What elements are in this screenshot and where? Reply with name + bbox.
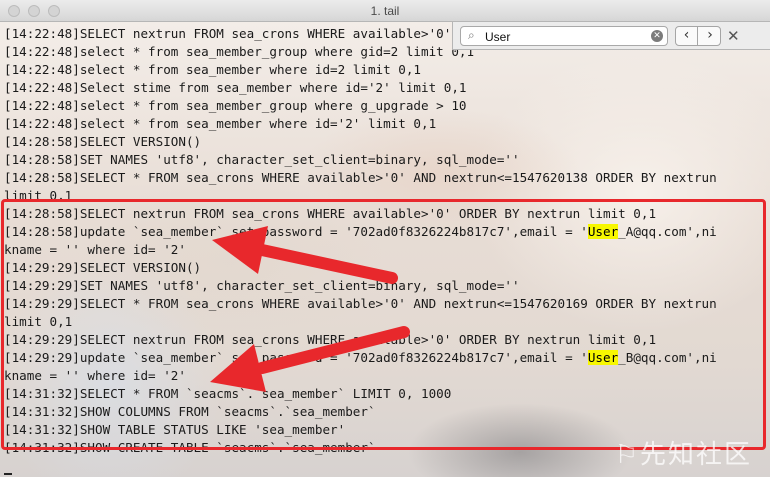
log-line: [14:28:58]SET NAMES 'utf8', character_se… xyxy=(4,152,520,167)
log-line: [14:31:32]SELECT * FROM `seacms`.`sea_me… xyxy=(4,386,452,401)
find-input[interactable] xyxy=(485,29,643,44)
find-bar: ⌕ ✕ ‹ › ✕ xyxy=(452,22,770,50)
log-line: [14:28:58]SELECT nextrun FROM sea_crons … xyxy=(4,206,657,221)
log-lines: [14:22:48]SELECT nextrun FROM sea_crons … xyxy=(4,25,770,457)
log-line: [14:22:48]select * from sea_member_group… xyxy=(4,98,467,113)
log-line: [14:28:58]update `sea_member` set passwo… xyxy=(4,223,770,241)
log-text: _B@qq.com',ni xyxy=(618,350,717,365)
log-line: [14:31:32]SHOW COLUMNS FROM `seacms`.`se… xyxy=(4,404,376,419)
log-line: kname = '' where id= '2' xyxy=(4,368,186,383)
log-line: [14:29:29]SET NAMES 'utf8', character_se… xyxy=(4,278,520,293)
log-line: [14:28:58]SELECT VERSION() xyxy=(4,134,202,149)
watermark-logo: ⚐先知社区 xyxy=(614,440,752,470)
window-title: 1. tail xyxy=(370,4,400,18)
chevron-right-icon[interactable]: › xyxy=(699,27,720,45)
clear-icon[interactable]: ✕ xyxy=(651,30,663,42)
log-line: [14:29:29]SELECT * FROM sea_crons WHERE … xyxy=(4,296,717,311)
search-match: User xyxy=(587,350,619,365)
log-line: [14:29:29]SELECT VERSION() xyxy=(4,260,202,275)
find-field[interactable]: ⌕ ✕ xyxy=(460,26,668,46)
log-line: [14:28:58]SELECT * FROM sea_crons WHERE … xyxy=(4,170,717,185)
search-match: User xyxy=(587,224,619,239)
log-line: [14:29:29]update `sea_member` set passwo… xyxy=(4,349,770,367)
log-text: [14:29:29]update `sea_member` set passwo… xyxy=(4,350,588,365)
chevron-left-icon[interactable]: ‹ xyxy=(676,27,698,45)
terminal-output[interactable]: [14:22:48]SELECT nextrun FROM sea_crons … xyxy=(0,22,770,477)
terminal-cursor xyxy=(4,473,12,475)
log-line: [14:29:29]SELECT nextrun FROM sea_crons … xyxy=(4,332,657,347)
log-text: _A@qq.com',ni xyxy=(618,224,717,239)
log-line: limit 0,1 xyxy=(4,314,73,329)
title-bar[interactable]: 1. tail xyxy=(0,0,770,22)
terminal-window: 1. tail [14:22:48]SELECT nextrun FROM se… xyxy=(0,0,770,477)
close-icon[interactable]: ✕ xyxy=(727,27,740,45)
log-line: limit 0,1 xyxy=(4,188,73,203)
log-line: [14:22:48]Select stime from sea_member w… xyxy=(4,80,467,95)
log-line: kname = '' where id= '2' xyxy=(4,242,186,257)
find-navigation: ‹ › xyxy=(675,26,721,46)
log-line: [14:22:48]select * from sea_member where… xyxy=(4,116,437,131)
log-line: [14:22:48]select * from sea_member where… xyxy=(4,62,422,77)
log-text: [14:28:58]update `sea_member` set passwo… xyxy=(4,224,588,239)
search-icon: ⌕ xyxy=(468,28,475,42)
